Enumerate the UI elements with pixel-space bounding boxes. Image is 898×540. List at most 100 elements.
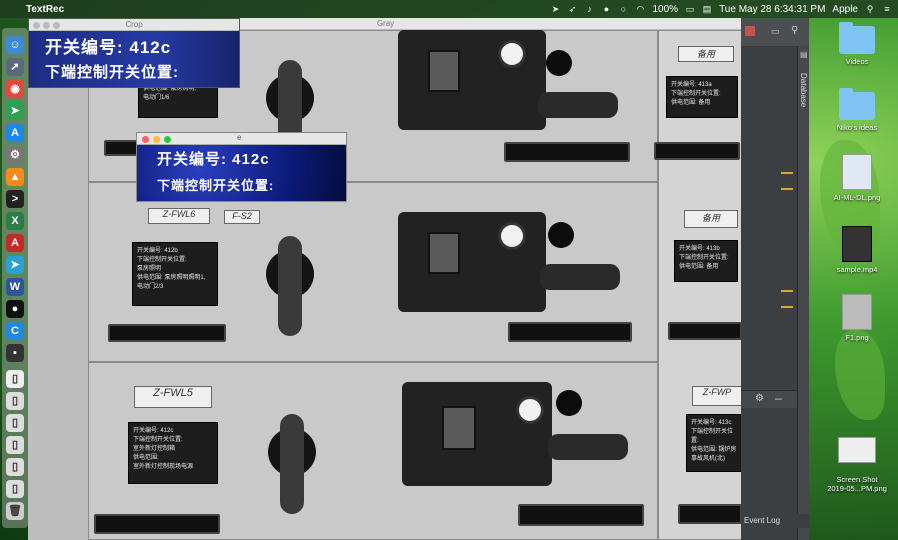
zoom-button[interactable] <box>53 22 60 29</box>
event-log-tab[interactable]: Event Log <box>741 514 809 528</box>
card-slot <box>668 322 742 340</box>
arrow-icon[interactable]: ➶ <box>567 4 577 14</box>
minimize-icon[interactable]: – <box>775 391 782 405</box>
binary-window-titlebar[interactable]: e <box>137 133 346 145</box>
close-button[interactable] <box>142 136 149 143</box>
crop-window-title[interactable]: Crop <box>29 19 239 31</box>
video-file-icon <box>842 226 872 262</box>
send-icon[interactable]: ➤ <box>550 4 560 14</box>
database-tab[interactable]: Database <box>796 60 808 120</box>
wifi-icon[interactable]: ◠ <box>635 4 645 14</box>
meter-box <box>398 212 546 312</box>
label-line: 下端控制开关位置: <box>133 437 183 443</box>
lever <box>548 434 628 460</box>
battery-icon[interactable]: ▭ <box>685 4 695 14</box>
meter-box <box>398 30 546 130</box>
dock-doc2-icon[interactable]: ▯ <box>6 392 24 410</box>
desktop-icon-label: AI-ML-DL.png <box>833 193 881 202</box>
dock-preferences-icon[interactable]: ⚙ <box>6 146 24 164</box>
binary-window[interactable]: e 开关编号: 412c 下端控制开关位置: <box>136 132 347 202</box>
crop-window[interactable]: Crop 开关编号: 412c 下端控制开关位置: <box>28 18 240 88</box>
dock-excel-icon[interactable]: X <box>6 212 24 230</box>
scroll-marker <box>781 172 793 174</box>
gray-image: 供电范围: 泵房照明, 电动门1/6 开关编号: 413a 下端控制开关位置: … <box>28 30 743 540</box>
crop-window-title-text: Crop <box>125 20 143 29</box>
desktop-icon-videos[interactable]: Videos <box>822 22 892 66</box>
battery-percent[interactable]: 100% <box>652 4 678 15</box>
label-card: 开关编号: 412b 下端控制开关位置: 泵房照明 供电范围: 泵房照明照明1,… <box>132 242 218 306</box>
handle-grip <box>280 414 304 514</box>
menu-icon[interactable]: ≡ <box>882 4 892 14</box>
crop-image: 开关编号: 412c 下端控制开关位置: <box>29 31 239 87</box>
label-line: 下端控制开关位置: <box>691 429 734 444</box>
label-line: 开关编号: 413c <box>691 420 732 426</box>
dock-acrobat-icon[interactable]: A <box>6 234 24 252</box>
binary-text-line: 开关编号: 412c <box>157 151 270 168</box>
meter-screen <box>428 232 460 274</box>
binary-window-title: e <box>237 133 242 142</box>
penguin-icon[interactable]: ● <box>601 4 611 14</box>
dock: ☺ ➚ ◉ ➤ A ⚙ ▲ > X A ➤ W ● C ▪ ▯ ▯ ▯ ▯ ▯ … <box>2 28 28 528</box>
dock-doc5-icon[interactable]: ▯ <box>6 458 24 476</box>
lever <box>540 264 620 290</box>
gray-window[interactable]: Gray 供电范围: 泵房照明, 电动门1/6 开关编号: 413a 下端控制开… <box>28 18 743 540</box>
circle-icon[interactable]: ○ <box>618 4 628 14</box>
stop-icon[interactable] <box>745 26 755 36</box>
card-slot <box>108 324 226 342</box>
label-line: 电动门1/6 <box>143 95 170 101</box>
menubar-user[interactable]: Apple <box>832 4 858 15</box>
desktop-icon-screenshot[interactable]: Screen Shot 2019-05...PM.png <box>822 428 892 502</box>
dock-finder-icon[interactable]: ☺ <box>6 36 24 54</box>
card-slot <box>518 504 644 526</box>
dock-console-icon[interactable]: ▪ <box>6 344 24 362</box>
desktop-icon-f1-png[interactable]: F1.png <box>822 294 892 342</box>
label-line: 电动门2/3 <box>137 284 164 290</box>
binary-text-line: 下端控制开关位置: <box>157 178 275 193</box>
flag-icon[interactable]: ▤ <box>702 4 712 14</box>
dock-doc3-icon[interactable]: ▯ <box>6 414 24 432</box>
close-button[interactable] <box>33 22 40 29</box>
binary-image: 开关编号: 412c 下端控制开关位置: <box>137 145 346 201</box>
label-line: 泵房照明 <box>137 266 162 272</box>
card-slot <box>504 142 630 162</box>
knob <box>548 222 574 248</box>
desktop-icon-nikos-ideas[interactable]: Niko's ideas <box>822 88 892 132</box>
active-app-name[interactable]: TextRec <box>26 4 64 15</box>
dock-telegram-icon[interactable]: ➤ <box>6 256 24 274</box>
card-slot <box>654 142 740 160</box>
dock-doc4-icon[interactable]: ▯ <box>6 436 24 454</box>
search-icon[interactable]: ⚲ <box>865 4 875 14</box>
gear-icon[interactable]: ⚙ <box>755 393 764 404</box>
dock-chrome-icon[interactable]: ◉ <box>6 80 24 98</box>
dock-qq-icon[interactable]: ● <box>6 300 24 318</box>
dock-maps-icon[interactable]: ➤ <box>6 102 24 120</box>
dock-appstore-icon[interactable]: A <box>6 124 24 142</box>
desktop-icon-label: Screen Shot 2019-05...PM.png <box>827 475 887 493</box>
minimize-button[interactable] <box>43 22 50 29</box>
dock-terminal-icon[interactable]: > <box>6 190 24 208</box>
search-icon[interactable]: ⚲ <box>791 25 798 36</box>
desktop-icon-sample-mp4[interactable]: sample.mp4 <box>822 226 892 274</box>
dock-doc6-icon[interactable]: ▯ <box>6 480 24 498</box>
folder-icon <box>839 88 875 120</box>
zoom-button[interactable] <box>164 136 171 143</box>
scroll-marker <box>781 290 793 292</box>
bell-icon[interactable]: ♪ <box>584 4 594 14</box>
dock-cl-icon[interactable]: C <box>6 322 24 340</box>
minimize-button[interactable] <box>153 136 160 143</box>
terminal-icon[interactable]: ▭ <box>771 26 780 37</box>
dock-word-icon[interactable]: W <box>6 278 24 296</box>
dock-vlc-icon[interactable]: ▲ <box>6 168 24 186</box>
dock-trash-icon[interactable]: 🗑 <box>6 502 24 520</box>
panel-tag: 备用 <box>678 46 734 62</box>
menubar-clock[interactable]: Tue May 28 6:34:31 PM <box>719 4 825 15</box>
meter-screen <box>428 50 460 92</box>
dock-launchpad-icon[interactable]: ➚ <box>6 58 24 76</box>
panel-tag: 备用 <box>684 210 738 228</box>
dock-doc-icon[interactable]: ▯ <box>6 370 24 388</box>
database-icon[interactable]: ▤ <box>800 50 808 59</box>
desktop-icon-ai-ml-dl[interactable]: AI-ML-DL.png <box>822 154 892 202</box>
label-card: 开关编号: 413b 下端控制开关位置: 供电范围: 备用 <box>674 240 738 282</box>
apple-icon[interactable] <box>6 4 16 14</box>
label-line: 供电范围: 锅炉房 <box>691 447 737 453</box>
